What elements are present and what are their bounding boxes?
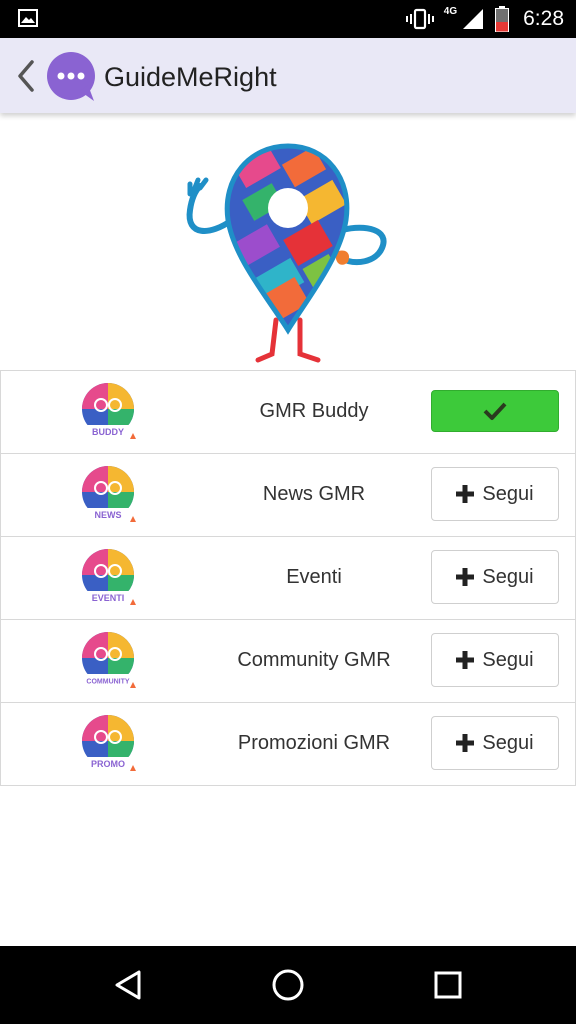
channel-row: EVENTI Eventi Segui bbox=[0, 537, 576, 620]
svg-text:BUDDY: BUDDY bbox=[92, 427, 124, 437]
news-gmr-logo-icon: NEWS bbox=[82, 466, 136, 522]
mascot-pin-illustration bbox=[186, 143, 387, 363]
channel-row: PROMO Promozioni GMR Segui bbox=[0, 703, 576, 786]
follow-button-label: Segui bbox=[482, 648, 534, 671]
clock: 6:28 bbox=[523, 7, 564, 30]
status-bar: 4G 6:28 bbox=[0, 0, 576, 38]
following-button[interactable] bbox=[431, 390, 559, 432]
plus-icon bbox=[456, 568, 475, 586]
channel-row: BUDDY GMR Buddy bbox=[0, 371, 576, 454]
follow-button[interactable]: Segui bbox=[431, 633, 559, 687]
follow-button[interactable]: Segui bbox=[431, 550, 559, 604]
back-arrow-icon[interactable] bbox=[10, 56, 44, 96]
channel-row: NEWS News GMR Segui bbox=[0, 454, 576, 537]
plus-icon bbox=[456, 651, 475, 669]
plus-icon bbox=[456, 734, 475, 752]
gmr-buddy-logo-icon: BUDDY bbox=[82, 383, 136, 439]
channel-name: Eventi bbox=[286, 566, 342, 588]
plus-icon bbox=[456, 485, 475, 503]
chat-bubble-logo-icon bbox=[47, 52, 95, 101]
follow-button[interactable]: Segui bbox=[431, 467, 559, 521]
recents-square-icon[interactable] bbox=[431, 968, 465, 1002]
app-bar: GuideMeRight bbox=[0, 38, 576, 113]
channel-list: BUDDY GMR Buddy NEWS News GMR Segui EVEN… bbox=[0, 370, 576, 786]
status-icons: 4G 6:28 bbox=[405, 0, 564, 38]
home-circle-icon[interactable] bbox=[271, 968, 305, 1002]
navigation-bar bbox=[0, 946, 576, 1024]
svg-text:COMMUNITY: COMMUNITY bbox=[86, 679, 129, 686]
svg-text:PROMO: PROMO bbox=[91, 759, 125, 769]
follow-button-label: Segui bbox=[482, 565, 534, 588]
app-title: GuideMeRight bbox=[104, 62, 277, 92]
eventi-logo-icon: EVENTI bbox=[82, 549, 136, 605]
back-triangle-icon[interactable] bbox=[111, 968, 145, 1002]
follow-button-label: Segui bbox=[482, 482, 534, 505]
follow-button[interactable]: Segui bbox=[431, 716, 559, 770]
vibrate-icon bbox=[405, 8, 434, 30]
svg-text:EVENTI: EVENTI bbox=[92, 593, 125, 603]
channel-name: News GMR bbox=[262, 483, 366, 505]
promozioni-gmr-logo-icon: PROMO bbox=[82, 715, 136, 771]
check-icon bbox=[483, 402, 507, 420]
battery-icon bbox=[495, 6, 510, 32]
channel-name: Promozioni GMR bbox=[237, 732, 391, 754]
channel-name: Community GMR bbox=[237, 649, 391, 671]
channel-row: COMMUNITY Community GMR Segui bbox=[0, 620, 576, 703]
community-gmr-logo-icon: COMMUNITY bbox=[81, 632, 136, 688]
gallery-icon bbox=[18, 9, 38, 27]
network-type: 4G bbox=[443, 5, 458, 17]
channel-name: GMR Buddy bbox=[259, 400, 369, 422]
signal-icon bbox=[463, 9, 484, 29]
svg-text:NEWS: NEWS bbox=[95, 510, 122, 520]
follow-button-label: Segui bbox=[482, 731, 534, 754]
